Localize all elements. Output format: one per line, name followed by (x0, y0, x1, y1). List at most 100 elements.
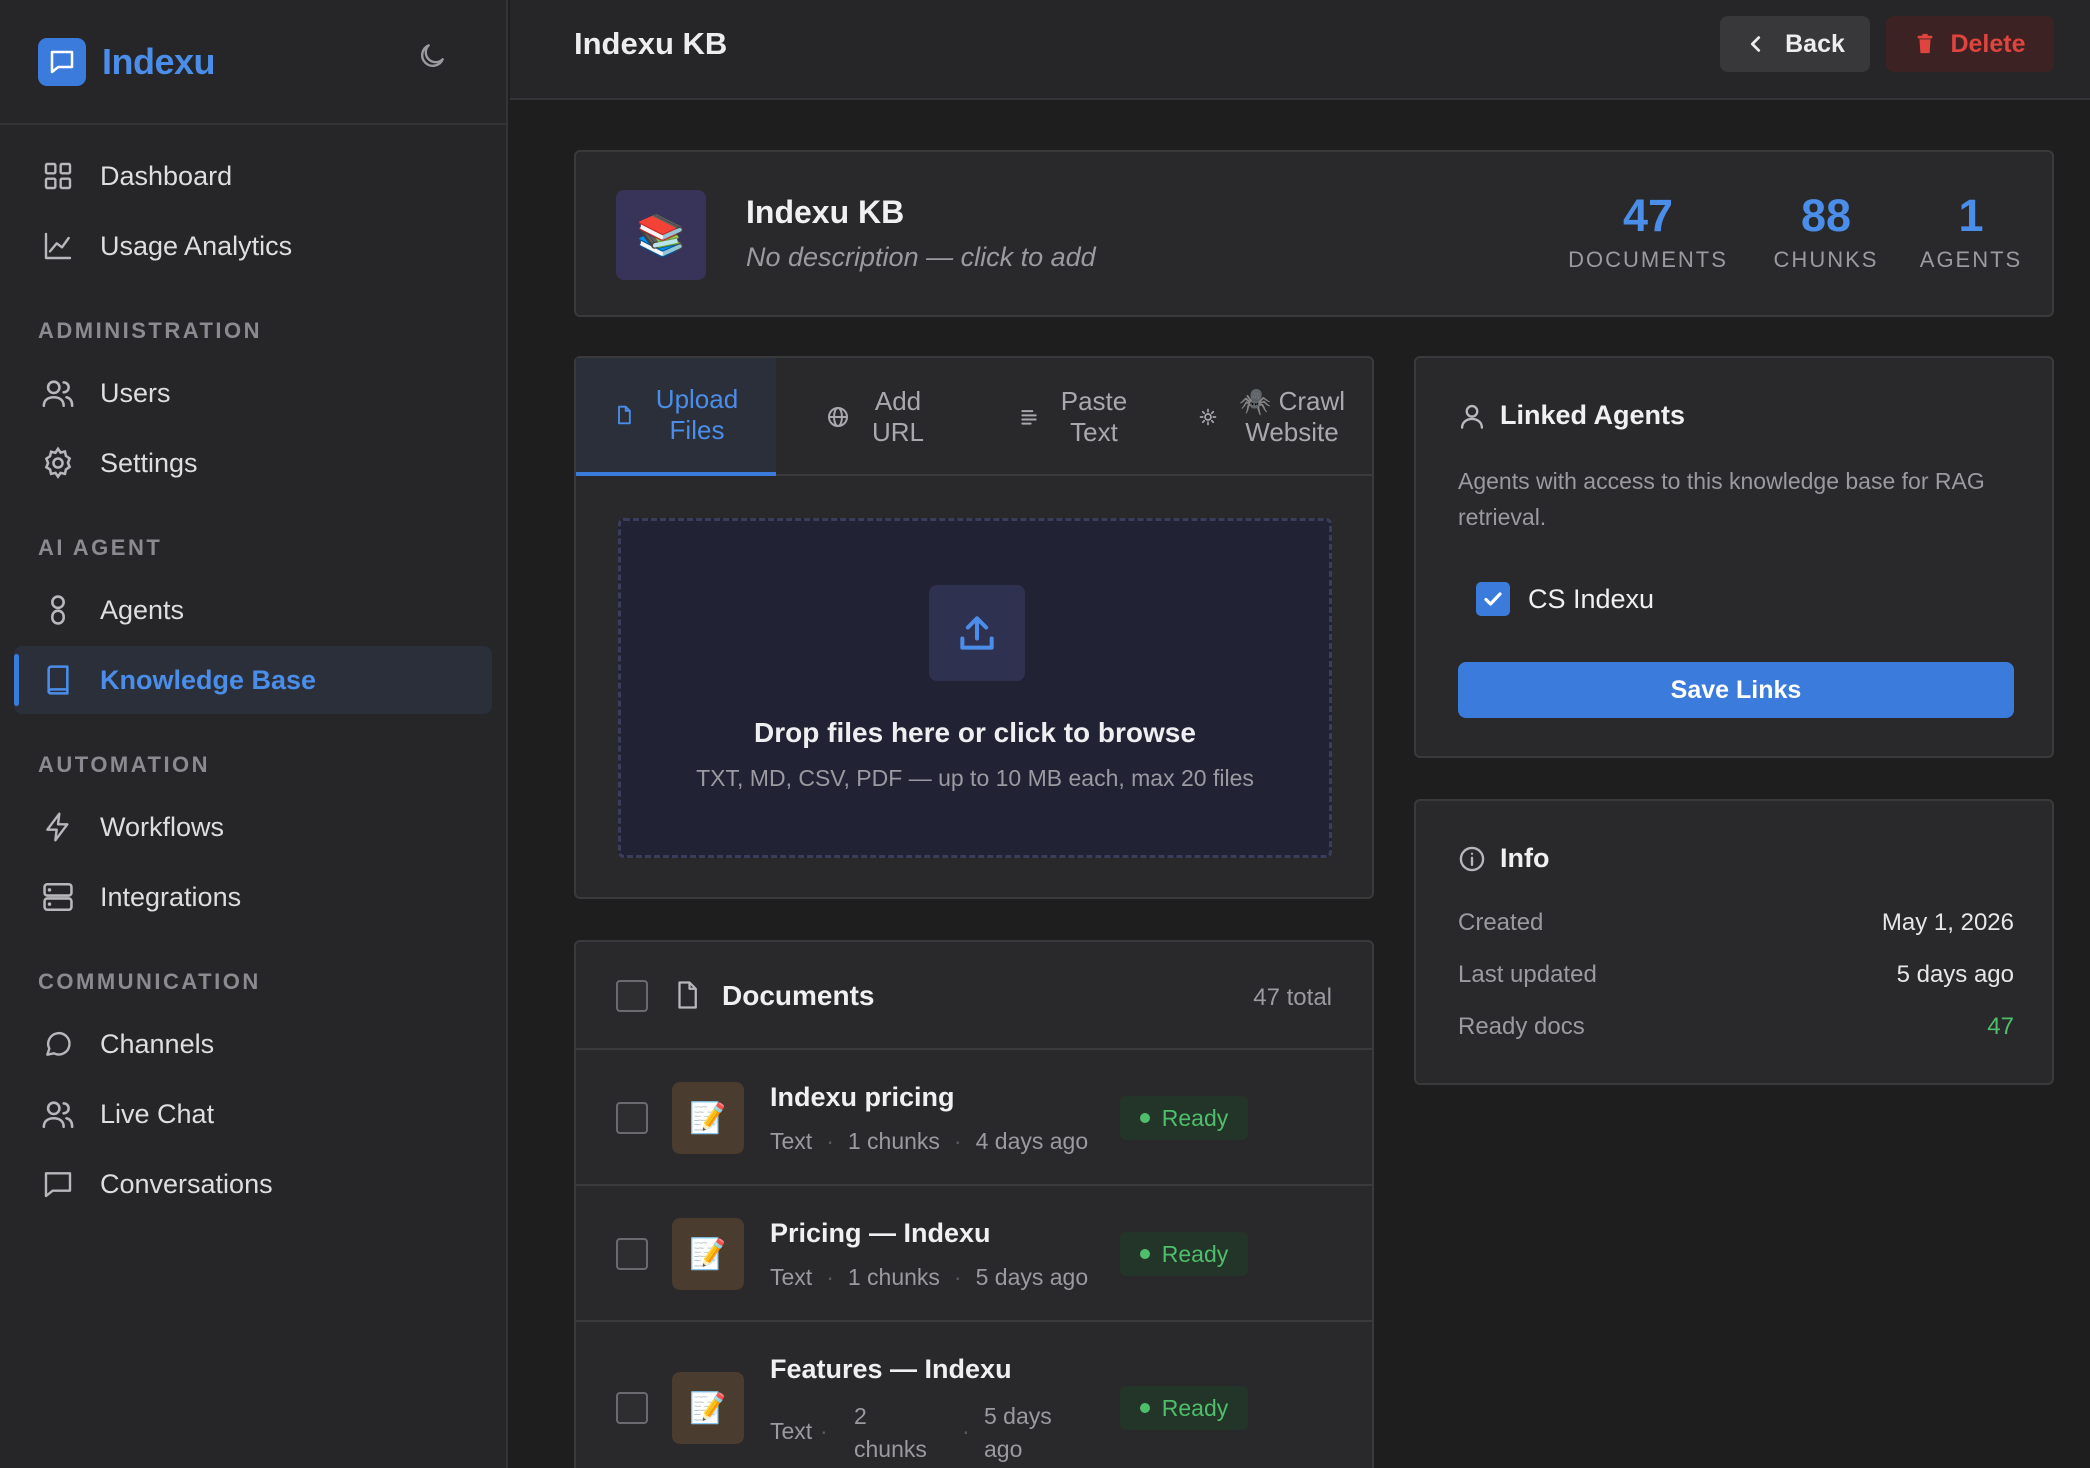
sidebar-item-label: Workflows (100, 811, 225, 842)
sidebar: Indexu Dashboard Usage Analytics ADMINIS… (0, 0, 508, 1468)
info-value: May 1, 2026 (1881, 909, 2014, 936)
sidebar-item-live-chat[interactable]: Live Chat (14, 1080, 492, 1148)
sidebar-item-label: Live Chat (100, 1098, 215, 1129)
tab-label: Paste Text (1060, 385, 1128, 447)
tab-add-url[interactable]: Add URL (776, 358, 974, 476)
table-row[interactable]: 📝 Indexu pricing Text · 1 chunks · 4 days ag… (576, 1050, 1372, 1186)
sidebar-item-agents[interactable]: Agents (14, 576, 492, 644)
document-age-suffix: ago (984, 1436, 1023, 1462)
gear-icon (40, 445, 76, 481)
sidebar-item-label: Usage Analytics (100, 230, 293, 261)
tab-paste-text[interactable]: Paste Text (974, 358, 1172, 476)
document-name: Features — Indexu (770, 1354, 1012, 1384)
select-all-checkbox[interactable] (616, 980, 648, 1012)
table-row[interactable]: 📝 Features — Indexu Text · 2 chunks · 5 d… (576, 1322, 1372, 1468)
delete-label: Delete (1950, 29, 2026, 58)
moon-icon[interactable] (412, 36, 452, 76)
kb-description[interactable]: No description — click to add (746, 242, 1096, 273)
sidebar-item-label: Users (100, 377, 171, 408)
sidebar-item-channels[interactable]: Channels (14, 1010, 492, 1078)
trash-icon (1914, 32, 1936, 56)
save-links-button[interactable]: Save Links (1458, 662, 2014, 718)
user-icon (1458, 402, 1486, 430)
source-tabs: Upload Files Add URL Paste Text 🕷️ Crawl… (576, 358, 1372, 476)
line-chart-icon (40, 228, 76, 264)
stat-value: 88 (1800, 190, 1852, 241)
dropzone-title: Drop files here or click to browse (754, 717, 1196, 748)
card-title-text: Linked Agents (1500, 400, 1686, 430)
document-type: Text (770, 1418, 813, 1444)
memo-icon: 📝 (672, 1372, 744, 1444)
status-label: Ready (1161, 1104, 1229, 1131)
section-label-ai-agent: AI AGENT (38, 535, 163, 560)
agent-name[interactable]: CS Indexu (1528, 584, 1654, 615)
file-icon (614, 404, 634, 426)
globe-icon (826, 405, 850, 429)
section-label-communication: COMMUNICATION (38, 969, 261, 994)
back-label: Back (1785, 29, 1845, 58)
sidebar-item-label: Integrations (100, 881, 242, 912)
row-checkbox[interactable] (616, 1102, 648, 1134)
sidebar-item-knowledge-base[interactable]: Knowledge Base (14, 646, 492, 714)
status-badge: Ready (1120, 1386, 1248, 1430)
info-row-last-updated: Last updated 5 days ago (1458, 961, 2014, 989)
tab-upload-files[interactable]: Upload Files (576, 358, 776, 476)
stat-agents: 1 AGENTS (1916, 192, 2026, 273)
stat-label: AGENTS (1919, 247, 2023, 273)
sidebar-item-usage-analytics[interactable]: Usage Analytics (14, 212, 492, 280)
brand: Indexu (0, 0, 506, 125)
memo-icon: 📝 (672, 1082, 744, 1154)
linked-agents-description: Agents with access to this knowledge bas… (1458, 468, 1985, 530)
tab-label: Add URL (871, 385, 924, 447)
documents-header: Documents 47 total (576, 942, 1372, 1050)
section-label-administration: ADMINISTRATION (38, 318, 263, 343)
row-checkbox[interactable] (616, 1392, 648, 1424)
sidebar-item-settings[interactable]: Settings (14, 429, 492, 497)
tab-label: Upload Files (655, 383, 739, 445)
tab-crawl-website[interactable]: 🕷️ Crawl Website (1172, 358, 1372, 476)
kb-name: Indexu KB (746, 194, 905, 230)
sidebar-item-workflows[interactable]: Workflows (14, 793, 492, 861)
info-key: Ready docs (1458, 1013, 1585, 1040)
document-type: Text (770, 1128, 813, 1154)
page-title: Indexu KB (574, 26, 728, 61)
sidebar-item-label: Dashboard (100, 160, 233, 191)
sidebar-item-label: Channels (100, 1028, 215, 1059)
row-checkbox[interactable] (616, 1238, 648, 1270)
file-dropzone[interactable]: Drop files here or click to browse TXT, … (618, 518, 1332, 858)
info-key: Created (1458, 909, 1544, 936)
document-chunks: 1 chunks (847, 1264, 940, 1290)
info-row-created: Created May 1, 2026 (1458, 909, 2014, 937)
documents-total: 47 total (1253, 984, 1332, 1011)
back-button[interactable]: Back (1720, 16, 1870, 72)
sidebar-item-dashboard[interactable]: Dashboard (14, 142, 492, 210)
document-meta: Text · 2 chunks · 5 days ago (770, 1400, 1100, 1468)
document-meta: Text · 1 chunks · 5 days ago (770, 1264, 1089, 1290)
app-name[interactable]: Indexu (102, 41, 216, 83)
sidebar-item-label: Knowledge Base (100, 664, 317, 695)
document-chunks: 2 chunks (854, 1400, 927, 1466)
server-icon (40, 879, 76, 915)
table-row[interactable]: 📝 Pricing — Indexu Text · 1 chunks · 5 days … (576, 1186, 1372, 1322)
stat-documents: 47 DOCUMENTS (1568, 192, 1728, 273)
stat-label: CHUNKS (1773, 247, 1879, 273)
document-age: 5 days ago (984, 1400, 1052, 1466)
section-label-automation: AUTOMATION (38, 752, 211, 777)
stat-value: 47 (1622, 190, 1674, 241)
agent-checkbox[interactable] (1476, 582, 1510, 616)
grid-icon (40, 158, 76, 194)
sidebar-item-users[interactable]: Users (14, 359, 492, 427)
stat-value: 1 (1958, 190, 1984, 241)
meta-separator: · (820, 1418, 828, 1444)
robot-icon (40, 592, 76, 628)
sidebar-item-conversations[interactable]: Conversations (14, 1150, 492, 1218)
stat-chunks: 88 CHUNKS (1766, 192, 1886, 273)
delete-button[interactable]: Delete (1886, 16, 2054, 72)
status-label: Ready (1161, 1240, 1229, 1267)
document-name: Pricing — Indexu (770, 1218, 991, 1248)
memo-icon: 📝 (672, 1218, 744, 1290)
book-icon (40, 662, 76, 698)
document-type: Text (770, 1264, 813, 1290)
documents-title: Documents (722, 980, 875, 1011)
sidebar-item-integrations[interactable]: Integrations (14, 863, 492, 931)
